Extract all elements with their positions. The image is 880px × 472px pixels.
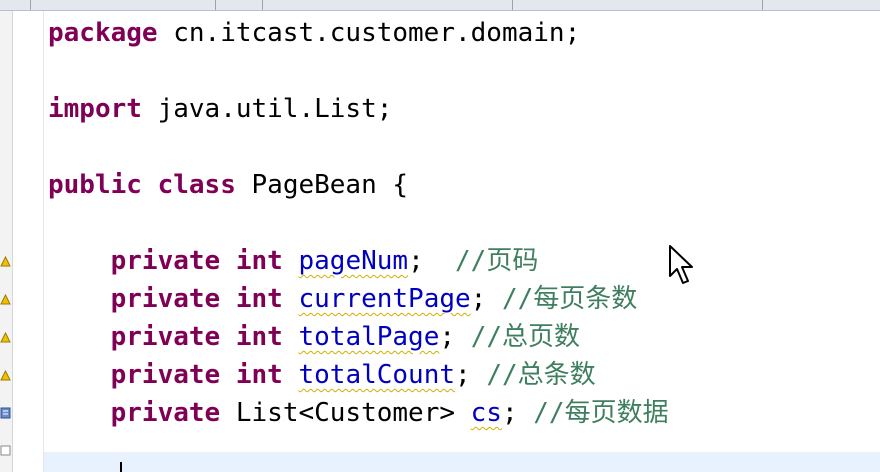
code-token: ; (408, 246, 456, 276)
code-token: ; (470, 284, 502, 314)
code-token: cn.itcast.customer.domain; (157, 18, 581, 48)
field-name-token: cs (470, 398, 502, 428)
code-token: java.util.List; (141, 94, 393, 124)
line-number-ruler (13, 11, 44, 472)
warning-icon[interactable] (0, 292, 11, 306)
warning-icon[interactable] (0, 254, 11, 268)
keyword-token: private (110, 360, 221, 390)
code-line-field-currentPage[interactable]: private int currentPage; //每页条数 (48, 280, 880, 318)
tab-divider (262, 0, 263, 10)
code-line-import[interactable]: import java.util.List; (48, 90, 880, 128)
code-line-package[interactable]: package cn.itcast.customer.domain; (48, 14, 880, 52)
code-line-field-totalPage[interactable]: private int totalPage; //总页数 (48, 318, 880, 356)
annotation-ruler (0, 11, 13, 472)
code-line-class-decl[interactable]: public class PageBean { (48, 166, 880, 204)
keyword-token: int (235, 322, 283, 352)
keyword-token: package (48, 18, 158, 48)
warning-icon[interactable] (0, 406, 11, 420)
code-token: PageBean { (235, 170, 409, 200)
keyword-token: private (110, 398, 221, 428)
keyword-token: int (235, 284, 283, 314)
code-token: ; (501, 398, 534, 428)
warning-icon[interactable] (0, 368, 11, 382)
keyword-token: private (110, 246, 221, 276)
field-name-token: pageNum (298, 246, 409, 276)
keyword-token: int (235, 360, 283, 390)
keyword-token: private (110, 284, 221, 314)
tab-divider (762, 0, 763, 10)
code-token: ; (455, 360, 487, 390)
comment-token: //每页条数 (501, 284, 638, 314)
tab-divider (512, 0, 513, 10)
comment-token: //总条数 (486, 360, 596, 390)
code-line-blank2[interactable] (48, 128, 880, 166)
fold-icon[interactable] (0, 444, 11, 458)
comment-token: //总页数 (470, 322, 580, 352)
keyword-token: class (157, 170, 236, 200)
code-editor[interactable]: package cn.itcast.customer.domain; impor… (48, 14, 880, 432)
mouse-pointer-icon (669, 245, 693, 284)
keyword-token: int (235, 246, 283, 276)
comment-token: //每页数据 (533, 398, 669, 428)
keyword-token: private (110, 322, 221, 352)
code-line-field-totalCount[interactable]: private int totalCount; //总条数 (48, 356, 880, 394)
tab-divider (30, 0, 31, 10)
code-line-blank3[interactable] (48, 204, 880, 242)
text-caret (120, 462, 122, 472)
tab-divider (215, 0, 216, 10)
field-name-token: currentPage (298, 284, 471, 314)
keyword-token: import (48, 94, 142, 124)
keyword-token: public (48, 170, 142, 200)
field-name-token: totalCount (298, 360, 456, 390)
code-line-field-cs[interactable]: private List<Customer> cs; //每页数据 (48, 394, 880, 432)
current-line-highlight (44, 452, 880, 472)
editor-tab-strip (0, 0, 880, 11)
code-token: ; (439, 322, 471, 352)
code-token: List<Customer> (220, 398, 471, 428)
warning-icon[interactable] (0, 330, 11, 344)
comment-token: //页码 (455, 246, 539, 276)
field-name-token: totalPage (298, 322, 440, 352)
code-line-blank1[interactable] (48, 52, 880, 90)
code-line-field-pageNum[interactable]: private int pageNum; //页码 (48, 242, 880, 280)
